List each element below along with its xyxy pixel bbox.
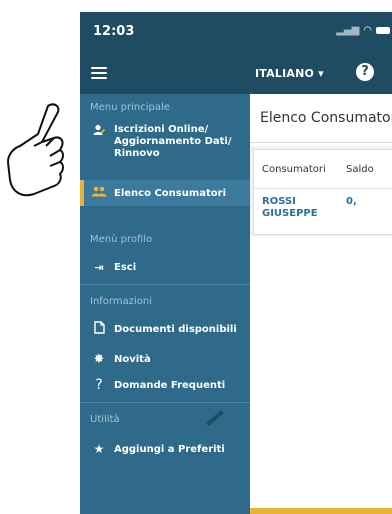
sidebar-item-label: Aggiungi a Preferiti bbox=[114, 443, 225, 455]
question-icon: ? bbox=[95, 377, 103, 393]
status-icons: ▂▄▆ ◠ bbox=[336, 25, 390, 36]
users-icon bbox=[90, 186, 108, 200]
star-icon: ★ bbox=[93, 442, 105, 456]
sidebar-item-esci[interactable]: ⇥ Esci bbox=[80, 258, 250, 276]
sidebar-item-elenco-consumatori[interactable]: Elenco Consumatori bbox=[80, 180, 250, 206]
logout-icon: ⇥ bbox=[94, 260, 104, 274]
sidebar-item-preferiti[interactable]: ★ Aggiungi a Preferiti bbox=[80, 440, 250, 458]
help-icon[interactable]: ? bbox=[356, 63, 374, 81]
page-title: Elenco Consumatori bbox=[260, 110, 392, 126]
sidebar-item-iscrizioni[interactable]: Iscrizioni Online/ Aggiornamento Dati/ R… bbox=[80, 124, 250, 172]
section-title-profile: Menù profilo bbox=[90, 234, 153, 245]
signal-icon: ▂▄▆ bbox=[336, 25, 360, 36]
consumer-name-link[interactable]: ROSSI GIUSEPPE bbox=[262, 196, 324, 220]
app-bar: ITALIANO ▾ ? bbox=[80, 54, 392, 94]
pointing-hand-icon bbox=[7, 103, 64, 197]
active-indicator bbox=[80, 180, 84, 206]
sidebar-item-label: Documenti disponibili bbox=[114, 323, 237, 335]
user-edit-icon bbox=[90, 124, 108, 172]
language-label: ITALIANO bbox=[255, 67, 315, 80]
sidebar-item-domande[interactable]: ? Domande Frequenti bbox=[80, 376, 250, 394]
wifi-icon: ◠ bbox=[363, 25, 372, 36]
main-content: Elenco Consumatori Consumatori Saldo ROS… bbox=[250, 94, 392, 514]
bottom-accent-bar bbox=[250, 508, 392, 514]
divider bbox=[80, 284, 250, 285]
sidebar-item-label: Iscrizioni Online/ Aggiornamento Dati/ R… bbox=[114, 124, 232, 159]
consumer-value: 0, bbox=[346, 196, 357, 207]
chevron-down-icon: ▾ bbox=[318, 67, 324, 80]
table-panel: Consumatori Saldo ROSSI GIUSEPPE 0, bbox=[250, 146, 392, 236]
news-badge-icon: ✸ bbox=[93, 351, 105, 367]
document-icon bbox=[90, 321, 108, 337]
sidebar-menu: Menu principale Iscrizioni Online/ Aggio… bbox=[80, 94, 250, 514]
section-title-main: Menu principale bbox=[90, 102, 170, 113]
column-header: Saldo bbox=[346, 164, 374, 175]
sidebar-item-label: Elenco Consumatori bbox=[114, 187, 227, 199]
row-divider bbox=[254, 188, 392, 189]
sidebar-item-novita[interactable]: ✸ Novità bbox=[80, 350, 250, 368]
sidebar-item-label: Esci bbox=[114, 261, 137, 273]
status-time: 12:03 bbox=[93, 24, 135, 39]
menu-icon[interactable] bbox=[91, 67, 107, 79]
sidebar-item-label: Novità bbox=[114, 353, 151, 365]
content-header: Elenco Consumatori bbox=[250, 94, 392, 143]
language-selector[interactable]: ITALIANO ▾ bbox=[255, 67, 324, 80]
battery-icon bbox=[376, 27, 390, 34]
status-bar: 12:03 ▂▄▆ ◠ bbox=[80, 12, 392, 54]
consumers-table: Consumatori Saldo ROSSI GIUSEPPE 0, bbox=[253, 149, 392, 235]
phone-screen: 12:03 ▂▄▆ ◠ ITALIANO ▾ ? Menu principale… bbox=[80, 12, 392, 514]
sidebar-item-label: Domande Frequenti bbox=[114, 379, 226, 391]
sidebar-item-documenti[interactable]: Documenti disponibili bbox=[80, 320, 250, 338]
section-title-info: Informazioni bbox=[90, 296, 152, 307]
section-title-utility: Utilità bbox=[90, 414, 120, 425]
column-header: Consumatori bbox=[262, 164, 326, 175]
divider bbox=[80, 402, 250, 403]
